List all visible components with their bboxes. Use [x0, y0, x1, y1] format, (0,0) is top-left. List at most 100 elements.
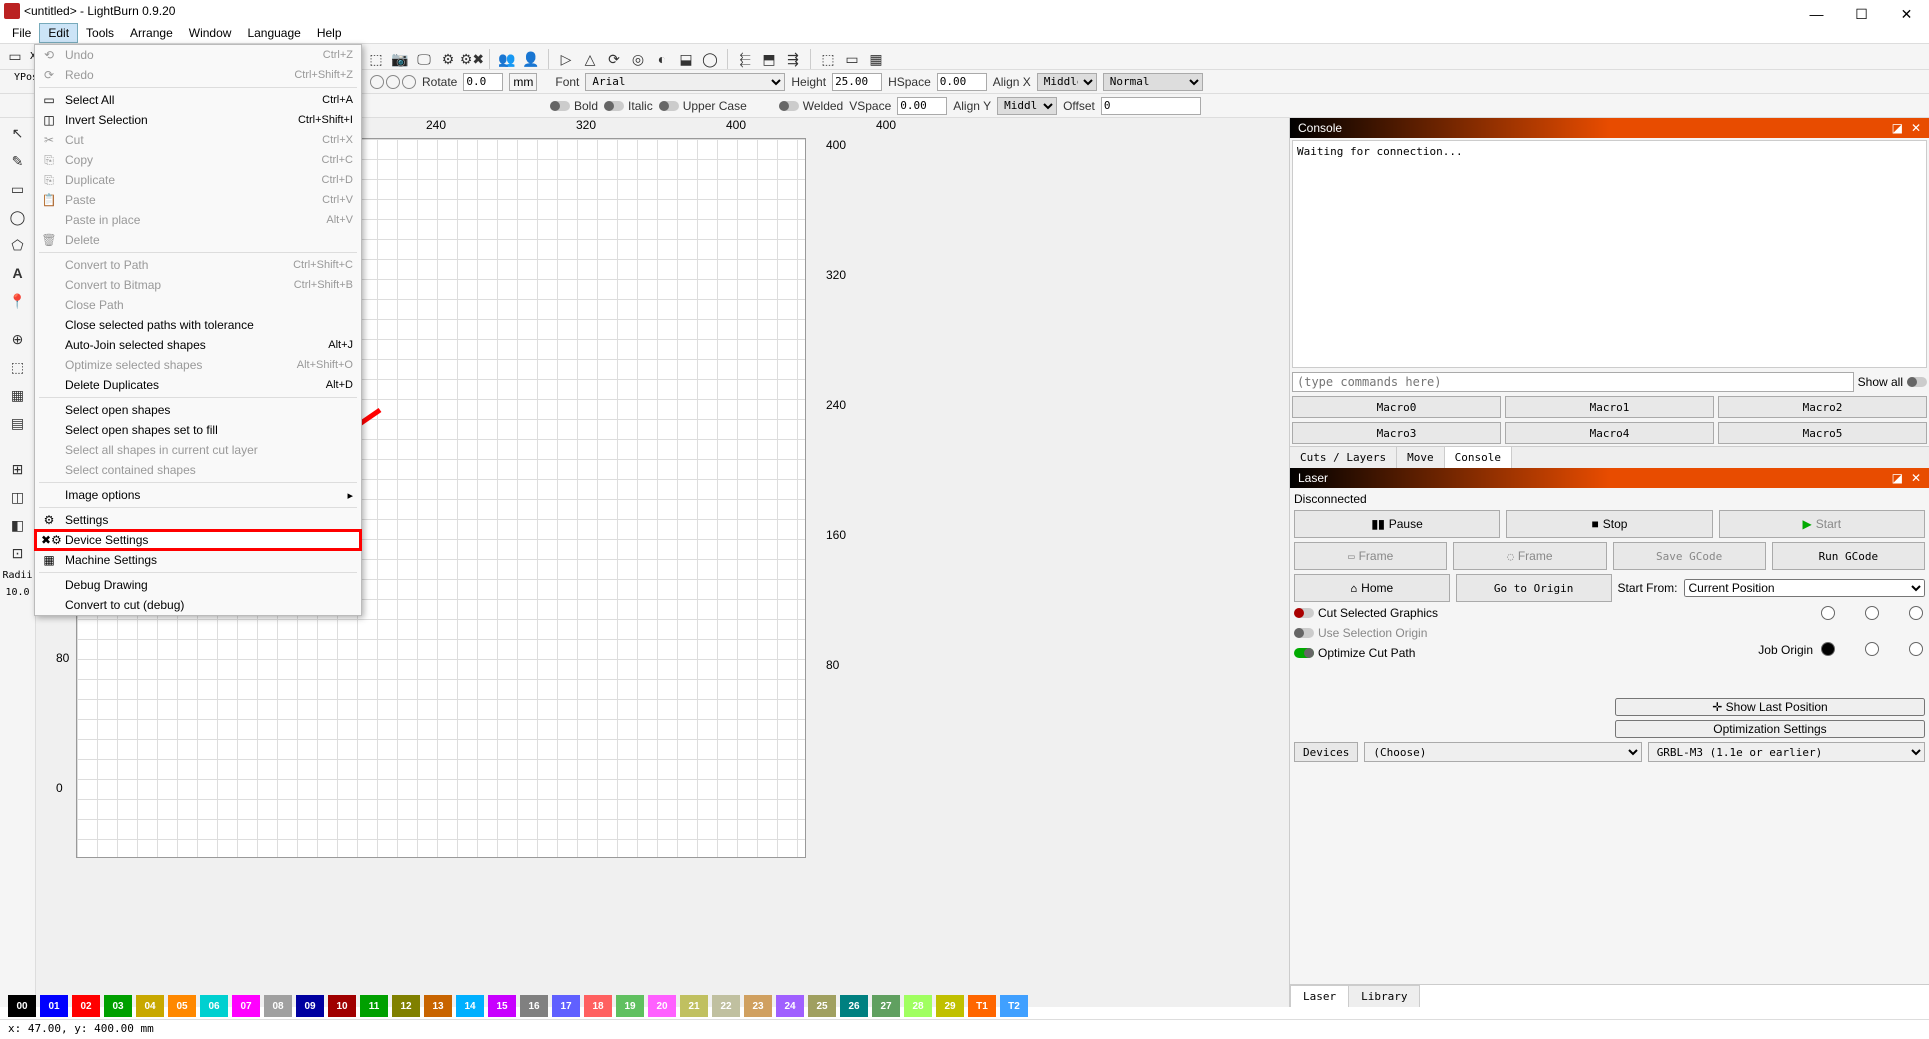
palette-08[interactable]: 08	[264, 995, 292, 1017]
palette-21[interactable]: 21	[680, 995, 708, 1017]
palette-T1[interactable]: T1	[968, 995, 996, 1017]
align-center-icon[interactable]: ⬒	[758, 48, 780, 70]
close-panel-icon[interactable]: ✕	[1911, 471, 1921, 485]
palette-25[interactable]: 25	[808, 995, 836, 1017]
optimize-cut-toggle[interactable]	[1294, 648, 1314, 658]
tab-laser[interactable]: Laser	[1290, 985, 1349, 1007]
palette-09[interactable]: 09	[296, 995, 324, 1017]
align-right-icon[interactable]: ⇶	[782, 48, 804, 70]
device-select[interactable]: (Choose)	[1364, 742, 1641, 762]
pointer-icon[interactable]: ↖	[5, 120, 31, 146]
run-gcode-button[interactable]: Run GCode	[1772, 542, 1925, 570]
stop-button[interactable]: ■Stop	[1506, 510, 1712, 538]
show-last-pos-button[interactable]: ✛ Show Last Position	[1615, 698, 1925, 716]
monitor-icon[interactable]: 🖵	[413, 48, 435, 70]
palette-03[interactable]: 03	[104, 995, 132, 1017]
palette-06[interactable]: 06	[200, 995, 228, 1017]
macro-button-5[interactable]: Macro5	[1718, 422, 1927, 444]
menu-item-select-open-shapes-set-to-fill[interactable]: Select open shapes set to fill	[35, 420, 361, 440]
gear-icon[interactable]: ⚙	[437, 48, 459, 70]
ungroup-icon[interactable]: 👤	[520, 48, 542, 70]
palette-23[interactable]: 23	[744, 995, 772, 1017]
mirror-icon[interactable]: ◐	[651, 48, 673, 70]
menu-item-close-selected-paths-with-tolerance[interactable]: Close selected paths with tolerance	[35, 315, 361, 335]
palette-T2[interactable]: T2	[1000, 995, 1028, 1017]
menu-help[interactable]: Help	[309, 24, 350, 42]
menu-item-machine-settings[interactable]: ▦Machine Settings	[35, 550, 361, 570]
tab-cuts-layers[interactable]: Cuts / Layers	[1290, 447, 1397, 468]
wrench-icon[interactable]: ⚙✖	[461, 48, 483, 70]
snap-icon[interactable]: ◫	[5, 484, 31, 510]
aligny-select[interactable]: Middle	[997, 97, 1057, 115]
macro-button-0[interactable]: Macro0	[1292, 396, 1501, 418]
grid-icon[interactable]: ⊞	[5, 456, 31, 482]
show-all-toggle[interactable]	[1907, 377, 1927, 387]
text-icon[interactable]: A	[5, 260, 31, 286]
menu-item-debug-drawing[interactable]: Debug Drawing	[35, 575, 361, 595]
menu-item-auto-join-selected-shapes[interactable]: Auto-Join selected shapesAlt+J	[35, 335, 361, 355]
height-input[interactable]	[832, 73, 882, 91]
tool-icon[interactable]: ◧	[5, 512, 31, 538]
devices-button[interactable]: Devices	[1294, 742, 1358, 762]
palette-26[interactable]: 26	[840, 995, 868, 1017]
pin-icon[interactable]: 📍	[5, 288, 31, 314]
frame-circle-button[interactable]: ◌ Frame	[1453, 542, 1606, 570]
palette-00[interactable]: 00	[8, 995, 36, 1017]
palette-19[interactable]: 19	[616, 995, 644, 1017]
pen-icon[interactable]: ✎	[5, 148, 31, 174]
console-input[interactable]	[1292, 372, 1854, 392]
close-button[interactable]: ✕	[1884, 0, 1929, 28]
tab-move[interactable]: Move	[1397, 447, 1445, 468]
opt-settings-button[interactable]: Optimization Settings	[1615, 720, 1925, 738]
job-origin-grid[interactable]	[1821, 606, 1925, 694]
palette-22[interactable]: 22	[712, 995, 740, 1017]
palette-11[interactable]: 11	[360, 995, 388, 1017]
menu-item-device-settings[interactable]: ✖⚙Device Settings	[35, 530, 361, 550]
palette-01[interactable]: 01	[40, 995, 68, 1017]
flip-h-icon[interactable]: ▷	[555, 48, 577, 70]
palette-14[interactable]: 14	[456, 995, 484, 1017]
macro-button-2[interactable]: Macro2	[1718, 396, 1927, 418]
maximize-button[interactable]: ☐	[1839, 0, 1884, 28]
palette-13[interactable]: 13	[424, 995, 452, 1017]
palette-20[interactable]: 20	[648, 995, 676, 1017]
menu-tools[interactable]: Tools	[78, 24, 122, 42]
palette-12[interactable]: 12	[392, 995, 420, 1017]
poly-icon[interactable]: ⬠	[5, 232, 31, 258]
align-left-icon[interactable]: ⬱	[734, 48, 756, 70]
palette-28[interactable]: 28	[904, 995, 932, 1017]
palette-18[interactable]: 18	[584, 995, 612, 1017]
undock-icon[interactable]: ◪	[1892, 121, 1903, 135]
font-select[interactable]: Arial	[585, 73, 785, 91]
tab-console[interactable]: Console	[1445, 447, 1512, 468]
tab-library[interactable]: Library	[1348, 985, 1420, 1007]
vspace-input[interactable]	[897, 97, 947, 115]
home-button[interactable]: ⌂ Home	[1294, 574, 1450, 602]
menu-edit[interactable]: Edit	[39, 23, 78, 43]
bold-toggle[interactable]	[550, 101, 570, 111]
palette-17[interactable]: 17	[552, 995, 580, 1017]
camera-icon[interactable]: 📷	[389, 48, 411, 70]
rotate-input[interactable]	[463, 73, 503, 91]
arr1-icon[interactable]: ▭	[841, 48, 863, 70]
style-select[interactable]: Normal	[1103, 73, 1203, 91]
palette-16[interactable]: 16	[520, 995, 548, 1017]
goto-origin-button[interactable]: Go to Origin	[1456, 574, 1612, 602]
italic-toggle[interactable]	[604, 101, 624, 111]
palette-07[interactable]: 07	[232, 995, 260, 1017]
menu-item-delete-duplicates[interactable]: Delete DuplicatesAlt+D	[35, 375, 361, 395]
rect-icon[interactable]: ▭	[5, 176, 31, 202]
minimize-button[interactable]: —	[1794, 0, 1839, 28]
palette-27[interactable]: 27	[872, 995, 900, 1017]
menu-item-image-options[interactable]: Image options▸	[35, 485, 361, 505]
menu-item-select-open-shapes[interactable]: Select open shapes	[35, 400, 361, 420]
hspace-input[interactable]	[937, 73, 987, 91]
palette-24[interactable]: 24	[776, 995, 804, 1017]
menu-window[interactable]: Window	[181, 24, 240, 42]
menu-arrange[interactable]: Arrange	[122, 24, 181, 42]
menu-item-convert-to-cut-debug-[interactable]: Convert to cut (debug)	[35, 595, 361, 615]
palette-05[interactable]: 05	[168, 995, 196, 1017]
cut-selected-toggle[interactable]	[1294, 608, 1314, 618]
pause-button[interactable]: ▮▮Pause	[1294, 510, 1500, 538]
select-dashed-icon[interactable]: ⬚	[365, 48, 387, 70]
